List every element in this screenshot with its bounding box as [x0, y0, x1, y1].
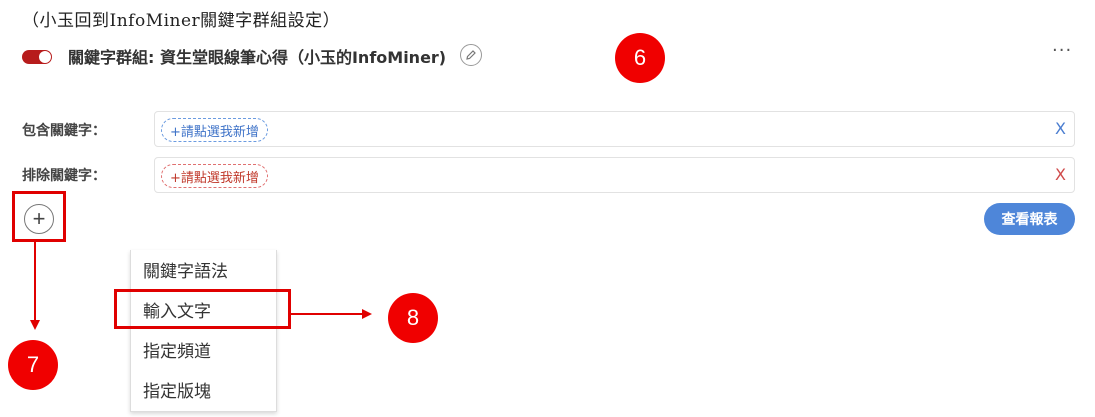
- annotation-badge-7: 7: [8, 340, 58, 390]
- arrowhead-7: [30, 320, 40, 330]
- arrowhead-8: [362, 309, 372, 319]
- annotation-badge-8: 8: [388, 293, 438, 343]
- annotation-arrows: [30, 242, 372, 330]
